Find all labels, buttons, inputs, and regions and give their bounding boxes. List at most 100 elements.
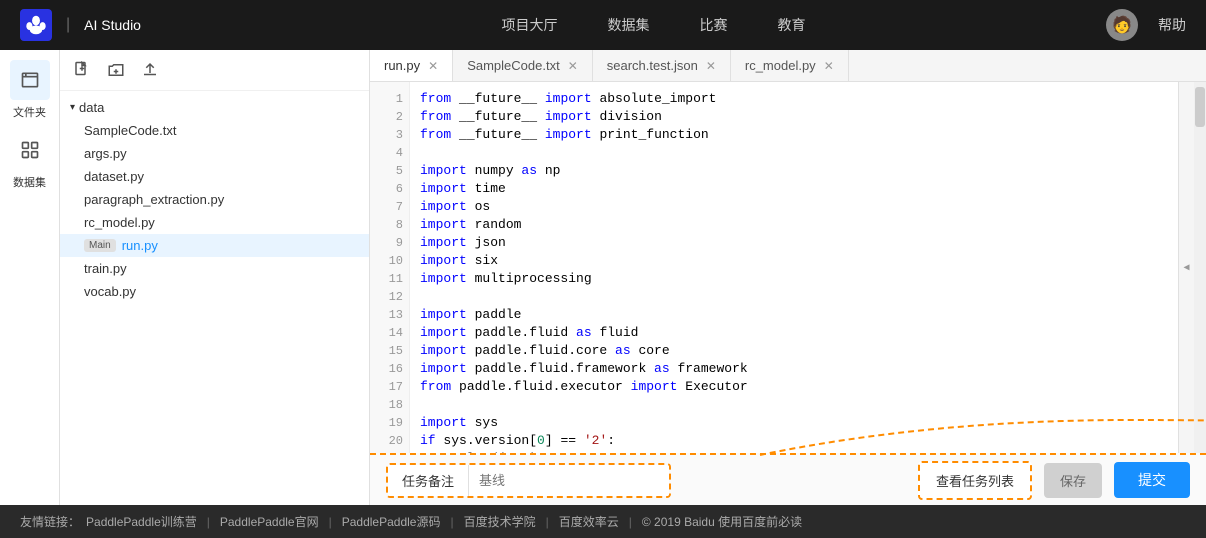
ln-7: 7 <box>370 198 409 216</box>
footer-prefix: 友情链接： <box>20 513 80 530</box>
file-runpy[interactable]: Main run.py <box>60 234 369 257</box>
bottom-bar: 任务备注 查看任务列表 保存 提交 <box>370 453 1206 505</box>
footer-link-4[interactable]: 百度技术学院 <box>464 513 536 530</box>
tab-samplecode-label: SampleCode.txt <box>467 58 560 73</box>
file-toolbar <box>60 50 369 91</box>
nav-projects[interactable]: 项目大厅 <box>501 15 557 35</box>
footer-sep-1: | <box>207 515 210 529</box>
nav-right: 🧑 帮助 <box>1106 9 1186 41</box>
ln-17: 17 <box>370 378 409 396</box>
folder-name: data <box>79 100 104 115</box>
upload-btn[interactable] <box>138 58 162 82</box>
task-note-group: 任务备注 <box>386 463 671 498</box>
nav-education[interactable]: 教育 <box>777 15 805 35</box>
ln-10: 10 <box>370 252 409 270</box>
footer-link-2[interactable]: PaddlePaddle官网 <box>220 513 319 530</box>
footer-link-5[interactable]: 百度效率云 <box>559 513 619 530</box>
collapse-panel-arrow[interactable]: ◀ <box>1178 82 1194 453</box>
file-samplecode[interactable]: SampleCode.txt <box>60 119 369 142</box>
sidebar: 文件夹 数据集 <box>0 50 60 505</box>
sidebar-dataset-label: 数据集 <box>13 174 46 190</box>
nav-links: 项目大厅 数据集 比赛 教育 <box>201 15 1106 35</box>
tab-search[interactable]: search.test.json ✕ <box>593 50 731 81</box>
footer-link-1[interactable]: PaddlePaddle训练营 <box>86 513 197 530</box>
nav-datasets[interactable]: 数据集 <box>607 15 649 35</box>
sidebar-dataset-icon[interactable] <box>10 130 50 170</box>
file-vocab[interactable]: vocab.py <box>60 280 369 303</box>
file-train[interactable]: train.py <box>60 257 369 280</box>
tab-rcmodel[interactable]: rc_model.py ✕ <box>731 50 849 81</box>
file-run-main: Main run.py <box>84 238 158 253</box>
ln-3: 3 <box>370 126 409 144</box>
task-note-label[interactable]: 任务备注 <box>388 465 469 496</box>
ln-6: 6 <box>370 180 409 198</box>
file-args[interactable]: args.py <box>60 142 369 165</box>
tab-rcmodel-close[interactable]: ✕ <box>824 60 834 72</box>
main-badge: Main <box>84 239 116 252</box>
ln-4: 4 <box>370 144 409 162</box>
footer: 友情链接： PaddlePaddle训练营 | PaddlePaddle官网 |… <box>0 505 1206 538</box>
ln-9: 9 <box>370 234 409 252</box>
file-name: dataset.py <box>84 169 144 184</box>
file-name: paragraph_extraction.py <box>84 192 224 207</box>
view-tasks-button[interactable]: 查看任务列表 <box>918 461 1032 500</box>
file-name: rc_model.py <box>84 215 155 230</box>
user-avatar[interactable]: 🧑 <box>1106 9 1138 41</box>
help-link[interactable]: 帮助 <box>1158 15 1186 35</box>
logo-area: | AI Studio <box>20 9 141 41</box>
ln-14: 14 <box>370 324 409 342</box>
file-name: SampleCode.txt <box>84 123 177 138</box>
baidu-logo <box>20 9 52 41</box>
footer-sep-5: | <box>629 515 632 529</box>
footer-link-3[interactable]: PaddlePaddle源码 <box>342 513 441 530</box>
sidebar-files-label: 文件夹 <box>13 104 46 120</box>
file-rcmodel[interactable]: rc_model.py <box>60 211 369 234</box>
submit-button[interactable]: 提交 <box>1114 462 1190 498</box>
file-run-name: run.py <box>122 238 158 253</box>
line-numbers: 1 2 3 4 5 6 7 8 9 10 11 12 13 14 15 16 1… <box>370 82 410 453</box>
ln-16: 16 <box>370 360 409 378</box>
tab-runpy[interactable]: run.py ✕ <box>370 50 453 81</box>
baseline-input[interactable] <box>469 465 669 496</box>
main-content: 文件夹 数据集 <box>0 50 1206 505</box>
save-button[interactable]: 保存 <box>1044 463 1102 498</box>
code-editor: 1 2 3 4 5 6 7 8 9 10 11 12 13 14 15 16 1… <box>370 82 1206 453</box>
ln-12: 12 <box>370 288 409 306</box>
ln-20: 20 <box>370 432 409 450</box>
new-folder-btn[interactable] <box>104 58 128 82</box>
ln-11: 11 <box>370 270 409 288</box>
file-name: train.py <box>84 261 127 276</box>
ln-13: 13 <box>370 306 409 324</box>
file-name: args.py <box>84 146 127 161</box>
tab-runpy-close[interactable]: ✕ <box>428 60 438 72</box>
folder-data[interactable]: ▾ data <box>60 96 369 119</box>
scrollbar-thumb[interactable] <box>1195 87 1205 127</box>
file-dataset[interactable]: dataset.py <box>60 165 369 188</box>
tab-samplecode[interactable]: SampleCode.txt ✕ <box>453 50 593 81</box>
footer-sep-2: | <box>329 515 332 529</box>
editor-area: run.py ✕ SampleCode.txt ✕ search.test.js… <box>370 50 1206 505</box>
tab-search-label: search.test.json <box>607 58 698 73</box>
footer-sep-4: | <box>546 515 549 529</box>
new-file-btn[interactable] <box>70 58 94 82</box>
tab-search-close[interactable]: ✕ <box>706 60 716 72</box>
code-content[interactable]: from __future__ import absolute_import f… <box>410 82 1178 453</box>
ln-1: 1 <box>370 90 409 108</box>
ln-5: 5 <box>370 162 409 180</box>
file-paragraph[interactable]: paragraph_extraction.py <box>60 188 369 211</box>
nav-competition[interactable]: 比赛 <box>699 15 727 35</box>
file-name: vocab.py <box>84 284 136 299</box>
sidebar-files-icon[interactable] <box>10 60 50 100</box>
tab-samplecode-close[interactable]: ✕ <box>568 60 578 72</box>
footer-copyright: © 2019 Baidu 使用百度前必读 <box>642 513 802 530</box>
ai-studio-label: AI Studio <box>84 17 141 33</box>
tab-bar: run.py ✕ SampleCode.txt ✕ search.test.js… <box>370 50 1206 82</box>
logo-divider: | <box>66 16 70 34</box>
ln-18: 18 <box>370 396 409 414</box>
tab-runpy-label: run.py <box>384 58 420 73</box>
ln-19: 19 <box>370 414 409 432</box>
vertical-scrollbar[interactable] <box>1194 82 1206 453</box>
top-navigation: | AI Studio 项目大厅 数据集 比赛 教育 🧑 帮助 <box>0 0 1206 50</box>
folder-arrow: ▾ <box>70 102 75 113</box>
ln-8: 8 <box>370 216 409 234</box>
